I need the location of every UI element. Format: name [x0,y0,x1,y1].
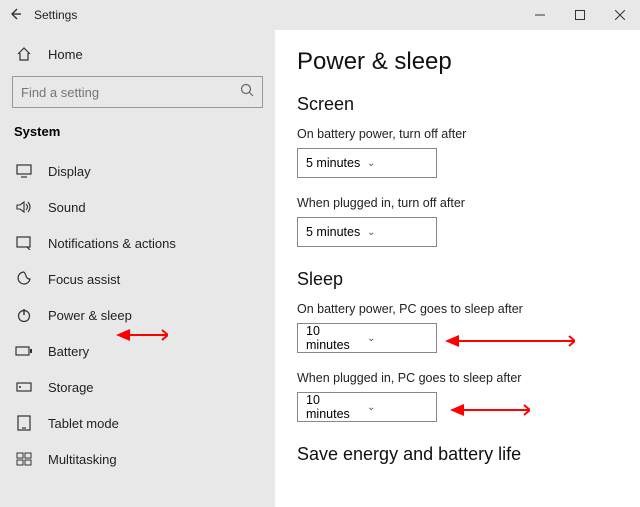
screen-battery-label: On battery power, turn off after [297,127,618,141]
sidebar-item-label: Focus assist [48,272,120,287]
search-box[interactable] [12,76,263,108]
sidebar-item-label: Tablet mode [48,416,119,431]
sidebar-item-label: Multitasking [48,452,117,467]
screen-battery-dropdown[interactable]: 5 minutes ⌄ [297,148,437,178]
chevron-down-icon: ⌄ [367,158,428,169]
sidebar-item-notifications[interactable]: Notifications & actions [0,225,275,261]
home-icon [14,46,34,62]
sidebar-item-sound[interactable]: Sound [0,189,275,225]
battery-icon [14,345,34,357]
chevron-down-icon: ⌄ [367,333,428,344]
sleep-battery-dropdown[interactable]: 10 minutes ⌄ [297,323,437,353]
section-screen-title: Screen [297,94,618,115]
minimize-icon [535,10,545,20]
screen-plugged-label: When plugged in, turn off after [297,196,618,210]
sound-icon [14,200,34,214]
titlebar: Settings [0,0,640,30]
multitasking-icon [14,452,34,466]
sidebar: Home System Display Sound Notifications … [0,30,275,507]
maximize-icon [575,10,585,20]
sidebar-item-label: Storage [48,380,94,395]
sidebar-item-display[interactable]: Display [0,153,275,189]
chevron-down-icon: ⌄ [367,402,428,413]
sidebar-item-tablet-mode[interactable]: Tablet mode [0,405,275,441]
sidebar-item-storage[interactable]: Storage [0,369,275,405]
chevron-down-icon: ⌄ [367,227,428,238]
section-save-title: Save energy and battery life [297,444,618,465]
power-icon [14,307,34,323]
sidebar-item-label: Display [48,164,91,179]
sidebar-item-label: Battery [48,344,89,359]
sidebar-item-focus-assist[interactable]: Focus assist [0,261,275,297]
sleep-plugged-label: When plugged in, PC goes to sleep after [297,371,618,385]
storage-icon [14,380,34,394]
sidebar-item-label: Power & sleep [48,308,132,323]
home-label: Home [48,47,83,62]
notifications-icon [14,236,34,250]
close-icon [615,10,625,20]
focus-assist-icon [14,271,34,287]
search-icon [240,83,254,102]
display-icon [14,164,34,178]
dropdown-value: 5 minutes [306,156,367,170]
search-input[interactable] [21,85,240,100]
maximize-button[interactable] [560,0,600,30]
sleep-battery-label: On battery power, PC goes to sleep after [297,302,618,316]
category-heading: System [0,118,275,153]
home-button[interactable]: Home [0,36,275,72]
back-arrow-icon [8,7,22,21]
content-pane: Power & sleep Screen On battery power, t… [275,30,640,507]
minimize-button[interactable] [520,0,560,30]
window-title: Settings [34,8,77,22]
tablet-icon [14,415,34,431]
page-title: Power & sleep [297,48,618,76]
sidebar-item-power-sleep[interactable]: Power & sleep [0,297,275,333]
sidebar-item-label: Notifications & actions [48,236,176,251]
sleep-plugged-dropdown[interactable]: 10 minutes ⌄ [297,392,437,422]
sidebar-item-label: Sound [48,200,86,215]
sidebar-item-multitasking[interactable]: Multitasking [0,441,275,477]
back-button[interactable] [0,7,30,24]
dropdown-value: 5 minutes [306,225,367,239]
screen-plugged-dropdown[interactable]: 5 minutes ⌄ [297,217,437,247]
sidebar-item-battery[interactable]: Battery [0,333,275,369]
dropdown-value: 10 minutes [306,324,367,352]
close-button[interactable] [600,0,640,30]
dropdown-value: 10 minutes [306,393,367,421]
section-sleep-title: Sleep [297,269,618,290]
